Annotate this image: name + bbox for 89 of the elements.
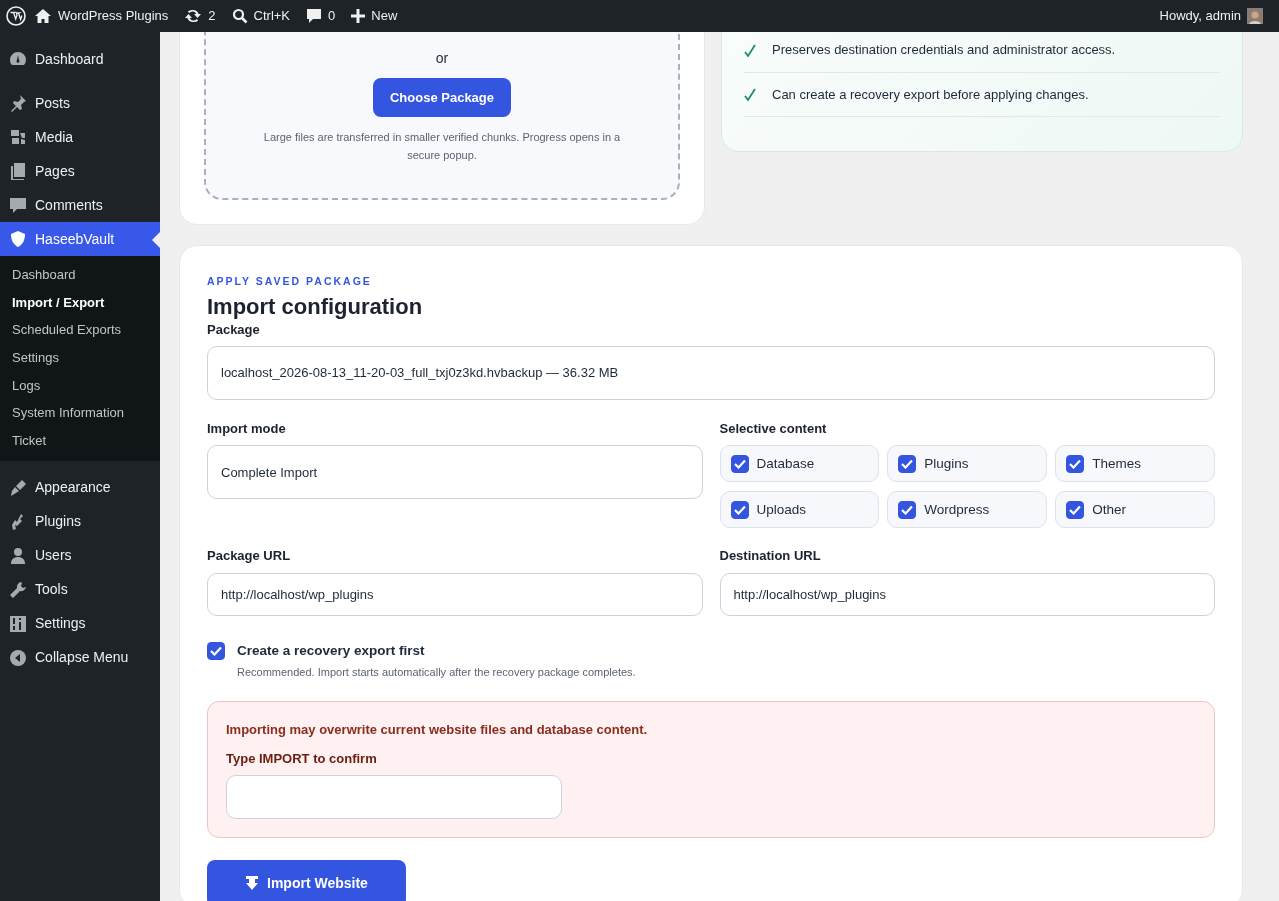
input-field[interactable]: Complete Import <box>207 445 703 500</box>
or-label: or <box>434 49 450 68</box>
search-link[interactable]: Ctrl+K <box>223 6 299 26</box>
pushpin-icon <box>9 94 27 112</box>
confirm-field[interactable] <box>226 774 562 819</box>
feature-text: Can create a recovery export before applying changes. <box>772 85 1089 104</box>
content-option[interactable]: Database <box>719 445 880 483</box>
sidebar-item[interactable]: Dashboard <box>0 42 160 76</box>
refresh-icon <box>184 8 203 24</box>
sidebar-item[interactable]: Settings <box>0 606 160 641</box>
field-label: Package URL <box>207 547 291 566</box>
checkmark-icon <box>901 458 914 469</box>
upload-hint: Large files are transferred in smaller verified chunks. Progress opens in a secure popup. <box>262 130 622 163</box>
comments-link[interactable]: 0 <box>298 6 344 26</box>
submenu-item[interactable]: Logs <box>0 371 160 400</box>
speech-bubble-icon <box>306 8 323 24</box>
input-field[interactable]: http://localhost/wp_plugins <box>207 572 703 616</box>
warning-text: Importing may overwrite current website files and database content. <box>226 720 649 739</box>
checkmark-icon <box>901 504 914 515</box>
submenu-item[interactable]: Ticket <box>0 427 160 455</box>
content-option[interactable]: Uploads <box>719 491 880 529</box>
pages-icon <box>9 162 27 180</box>
sidebar-item[interactable]: Tools <box>0 572 160 607</box>
download-icon <box>245 875 259 892</box>
content-option[interactable]: Wordpress <box>887 491 1048 529</box>
sidebar-item[interactable]: HaseebVault <box>0 222 160 256</box>
sidebar-item[interactable]: Plugins <box>0 504 160 539</box>
wrench-icon <box>9 580 27 599</box>
submenu-item[interactable]: Settings <box>0 344 160 372</box>
checkbox[interactable] <box>730 500 749 519</box>
check-icon <box>744 88 756 103</box>
check-icon <box>744 43 756 58</box>
sidebar-item[interactable]: Posts <box>0 86 160 120</box>
comments-icon <box>9 196 27 214</box>
import-button[interactable]: Import Website <box>207 859 406 901</box>
content-option[interactable]: Other <box>1055 491 1215 529</box>
input-field[interactable]: http://localhost/wp_plugins <box>719 572 1215 616</box>
checkmark-icon <box>210 645 222 656</box>
checkbox-label[interactable]: Create a recovery export first <box>237 640 636 662</box>
checkmark-icon <box>733 458 746 469</box>
search-icon <box>231 8 248 24</box>
checkmark-icon <box>733 504 746 515</box>
account-link[interactable]: Howdy, admin <box>1151 6 1271 26</box>
checkbox[interactable] <box>730 454 749 473</box>
field-label: Import mode <box>207 419 286 438</box>
media-icon <box>9 128 27 146</box>
checkbox[interactable] <box>1066 500 1085 519</box>
field-label: Type IMPORT to confirm <box>226 750 378 769</box>
collapse-icon <box>9 648 27 667</box>
submenu-item[interactable]: Dashboard <box>0 261 160 289</box>
field-label: Destination URL <box>719 547 821 566</box>
input-field[interactable]: localhost_2026-08-13_11-20-03_full_txj0z3kd.hvbackup — 36.32 MB <box>207 345 1215 400</box>
submenu-item[interactable]: Scheduled Exports <box>0 316 160 345</box>
section-eyebrow: APPLY SAVED PACKAGE <box>207 274 373 290</box>
content-option[interactable]: Themes <box>1055 445 1215 483</box>
shield-icon <box>9 230 27 248</box>
updates-link[interactable]: 2 <box>176 6 224 26</box>
dashboard-icon <box>9 50 27 68</box>
field-label: Selective content <box>719 419 827 438</box>
sidebar-item[interactable]: Comments <box>0 188 160 222</box>
choose-package-button[interactable]: Choose Package <box>372 78 511 117</box>
sidebar-item[interactable]: Media <box>0 120 160 154</box>
content-option[interactable]: Plugins <box>887 445 1048 483</box>
field-label: Package <box>207 321 260 340</box>
submenu-item[interactable]: System Information <box>0 399 160 428</box>
sidebar-item[interactable]: Users <box>0 538 160 573</box>
paintbrush-icon <box>9 478 27 497</box>
checkbox[interactable] <box>898 454 917 473</box>
avatar-icon <box>1247 8 1263 24</box>
sidebar-item[interactable]: Appearance <box>0 470 160 505</box>
sliders-icon <box>9 614 27 633</box>
checkbox[interactable] <box>207 641 225 660</box>
checkmark-icon <box>1069 504 1082 515</box>
checkbox-hint: Recommended. Import starts automatically after the recovery package completes. <box>237 665 636 681</box>
submenu-item[interactable]: Import / Export <box>0 288 160 317</box>
plus-icon <box>351 9 366 23</box>
checkmark-icon <box>1069 458 1082 469</box>
section-title: Import configuration <box>207 293 424 321</box>
wordpress-logo-icon[interactable] <box>6 6 26 26</box>
feature-text: Preserves destination credentials and administrator access. <box>772 41 1116 59</box>
sidebar-item[interactable]: Collapse Menu <box>0 640 160 675</box>
sidebar-item[interactable]: Pages <box>0 154 160 188</box>
new-link[interactable]: New <box>343 6 406 26</box>
user-icon <box>9 546 27 565</box>
checkbox[interactable] <box>1066 454 1085 473</box>
checkbox[interactable] <box>898 500 917 519</box>
site-link[interactable]: WordPress Plugins <box>26 6 177 26</box>
home-icon <box>34 8 52 24</box>
drop-zone[interactable]: or Choose Package Large files are transferred in smaller verified chunks. Progress opens in a secure popup. <box>204 32 680 201</box>
